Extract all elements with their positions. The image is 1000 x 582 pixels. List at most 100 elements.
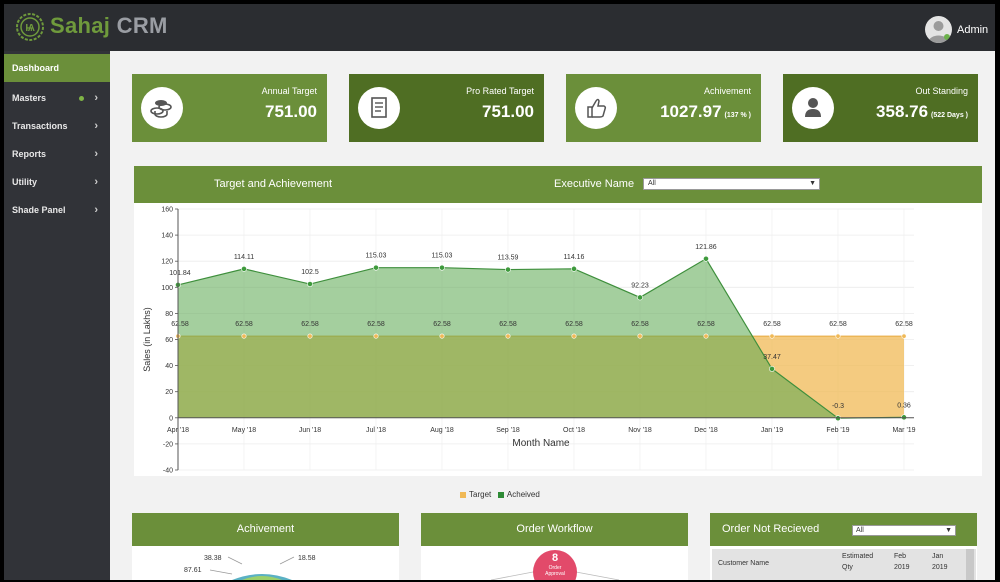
- achieved-data-label: 101.84: [169, 270, 191, 277]
- target-point[interactable]: [373, 333, 379, 339]
- kpi-annual-target[interactable]: Annual Target 751.00: [132, 74, 327, 142]
- sidebar-item-dashboard[interactable]: Dashboard: [4, 54, 110, 82]
- x-tick-label: Feb '19: [826, 427, 849, 434]
- target-data-label: 62.58: [171, 321, 189, 328]
- kpi-outstanding[interactable]: Out Standing 358.76 (522 Days ): [783, 74, 978, 142]
- y-tick-label: 120: [161, 259, 173, 266]
- x-tick-label: Jul '18: [366, 427, 386, 434]
- sidebar-item-label: Transactions: [12, 121, 68, 131]
- achieved-point[interactable]: [637, 294, 643, 301]
- table-header: 2019: [932, 564, 948, 571]
- brand-main: Sahaj: [50, 13, 111, 38]
- svg-text:Ѩ: Ѩ: [25, 23, 35, 34]
- sidebar-item-shade-panel[interactable]: Shade Panel ›: [4, 196, 110, 224]
- pie-label: 18.58: [298, 555, 316, 562]
- user-icon: [792, 87, 834, 129]
- workflow-count: 8: [552, 552, 558, 564]
- table-header: 2019: [894, 564, 910, 571]
- table-header: Feb: [894, 553, 907, 560]
- executive-select[interactable]: All ▼: [643, 178, 820, 190]
- target-point[interactable]: [835, 333, 841, 339]
- main-content: Annual Target 751.00 Pro Rated Target 75…: [110, 51, 995, 580]
- sidebar-item-reports[interactable]: Reports ›: [4, 140, 110, 168]
- target-point[interactable]: [637, 333, 643, 339]
- sidebar-item-label: Utility: [12, 177, 38, 187]
- kpi-value-number: 1027.97: [660, 102, 722, 121]
- legend-item-achieved[interactable]: Acheived: [497, 490, 540, 499]
- avatar[interactable]: [925, 16, 952, 43]
- kpi-label: Achivement: [703, 86, 751, 96]
- x-axis-label: Month Name: [512, 438, 570, 449]
- achieved-data-label: 114.16: [564, 254, 585, 261]
- chart-legend: Target Acheived: [460, 490, 540, 499]
- target-point[interactable]: [703, 333, 709, 339]
- target-point[interactable]: [901, 333, 907, 339]
- legend-label: Acheived: [506, 490, 540, 499]
- caret-down-icon: ▼: [809, 180, 816, 187]
- not-received-select[interactable]: All ▼: [852, 525, 956, 536]
- y-tick-label: -20: [163, 441, 173, 448]
- achieved-data-label: 121.86: [695, 244, 717, 251]
- y-tick-label: 20: [165, 389, 173, 396]
- achieved-point[interactable]: [703, 255, 709, 262]
- target-point[interactable]: [439, 333, 445, 339]
- top-bar: Ѩ Sahaj CRM Admin: [4, 4, 995, 51]
- achievement-panel: Achivement 38.38 18.58 87.61: [132, 513, 399, 580]
- brand-name[interactable]: Sahaj CRM: [50, 13, 168, 39]
- achieved-point[interactable]: [241, 265, 247, 272]
- chevron-right-icon: ›: [94, 120, 98, 132]
- legend-swatch: [460, 491, 466, 498]
- y-tick-label: 40: [165, 363, 173, 370]
- sidebar-item-masters[interactable]: Masters ›: [4, 84, 110, 112]
- target-point[interactable]: [769, 333, 775, 339]
- kpi-pro-rated-target[interactable]: Pro Rated Target 751.00: [349, 74, 544, 142]
- workflow-diagram: 8 Order Approval: [490, 550, 620, 580]
- status-dot-icon: [79, 96, 84, 101]
- panel-title: Order Workflow: [421, 513, 688, 546]
- kpi-label: Pro Rated Target: [466, 86, 534, 96]
- table-header: Estimated: [842, 553, 874, 560]
- sidebar-item-utility[interactable]: Utility ›: [4, 168, 110, 196]
- sidebar-item-transactions[interactable]: Transactions ›: [4, 112, 110, 140]
- achieved-point[interactable]: [373, 264, 379, 271]
- user-avatar-icon: [928, 21, 950, 43]
- achieved-point[interactable]: [307, 281, 313, 287]
- x-tick-label: Aug '18: [430, 427, 454, 434]
- y-tick-label: 160: [161, 207, 173, 214]
- legend-item-target[interactable]: Target: [460, 490, 491, 499]
- target-data-label: 62.58: [829, 321, 847, 328]
- target-point[interactable]: [241, 333, 247, 339]
- achieved-data-label: 0.36: [897, 402, 911, 409]
- chevron-right-icon: ›: [94, 204, 98, 216]
- x-tick-label: Oct '18: [563, 427, 585, 434]
- target-point[interactable]: [307, 333, 313, 339]
- target-data-label: 62.58: [499, 321, 517, 328]
- thumbs-up-icon: [575, 87, 617, 129]
- achieved-data-label: 115.03: [366, 253, 387, 260]
- panel-header: Order Not Recieved All ▼: [710, 513, 977, 546]
- achieved-data-label: 37.47: [763, 354, 781, 361]
- kpi-value-number: 358.76: [876, 102, 929, 121]
- logo-icon[interactable]: Ѩ: [14, 11, 46, 43]
- user-name[interactable]: Admin: [957, 24, 988, 36]
- executive-select-value: All: [648, 180, 656, 187]
- panel-title: Target and Achievement: [214, 178, 333, 190]
- x-tick-label: Nov '18: [628, 427, 652, 434]
- achieved-point[interactable]: [439, 264, 445, 271]
- coins-icon: [141, 87, 183, 129]
- achieved-point[interactable]: [505, 266, 511, 273]
- target-data-label: 62.58: [697, 321, 715, 328]
- achieved-point[interactable]: [769, 366, 775, 372]
- target-data-label: 62.58: [235, 321, 253, 328]
- sidebar-item-label: Reports: [12, 149, 47, 159]
- legend-swatch: [497, 491, 504, 498]
- y-tick-label: 80: [165, 311, 173, 318]
- achieved-point[interactable]: [571, 265, 577, 272]
- target-point[interactable]: [571, 333, 577, 339]
- chevron-right-icon: ›: [94, 92, 98, 104]
- target-point[interactable]: [505, 333, 511, 339]
- kpi-value: 751.00: [482, 102, 534, 121]
- table-scrollbar[interactable]: [966, 549, 974, 580]
- table-header-row: Customer Name Estimated Qty Feb 2019 Jan…: [712, 549, 976, 580]
- kpi-achievement[interactable]: Achivement 1027.97 (137 % ): [566, 74, 761, 142]
